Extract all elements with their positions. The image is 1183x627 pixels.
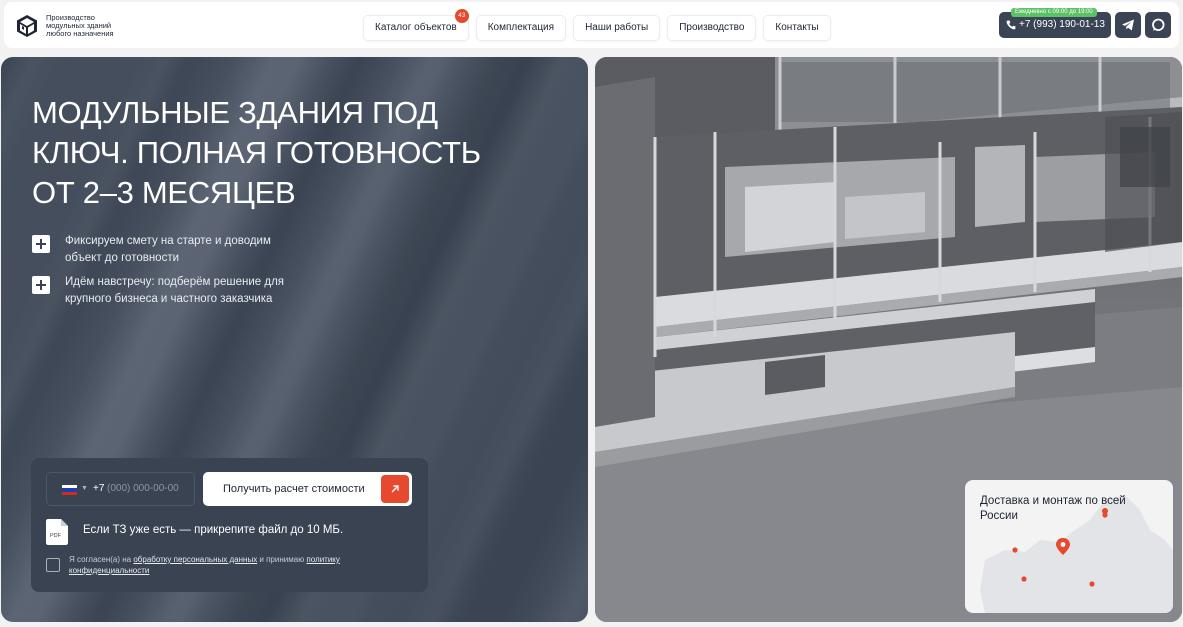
hero-title: МОДУЛЬНЫЕ ЗДАНИЯ ПОД КЛЮЧ. ПОЛНАЯ ГОТОВН…: [32, 95, 481, 210]
pdf-label: PDF: [50, 533, 62, 539]
main-nav: Каталог объектов 43 Комплектация Наши ра…: [363, 9, 831, 41]
get-price-button[interactable]: Получить расчет стоимости: [203, 472, 412, 506]
delivery-map-card[interactable]: Доставка и монтаж по всей России: [965, 480, 1173, 613]
phone-button[interactable]: Ежедневно с 09:00 до 19:00 +7 (993) 190-…: [999, 8, 1111, 38]
pdf-file-icon[interactable]: PDF: [46, 519, 68, 545]
chevron-down-icon[interactable]: ▼: [81, 485, 88, 492]
map-pin-icon: [1012, 547, 1018, 553]
logo-cube-icon[interactable]: [16, 14, 38, 38]
nav-item-production[interactable]: Производство: [667, 15, 757, 41]
nav-item-contacts[interactable]: Контакты: [763, 15, 831, 41]
telegram-button[interactable]: [1115, 12, 1141, 38]
plus-icon: [32, 235, 50, 253]
plus-icon: [32, 276, 50, 294]
site-header: Производство модульных зданий любого наз…: [0, 0, 1183, 52]
map-pin-icon: [1102, 512, 1108, 518]
nav-item-our-works[interactable]: Наши работы: [573, 15, 661, 41]
telegram-icon: [1122, 19, 1134, 31]
chat-button[interactable]: [1145, 12, 1171, 38]
phone-input[interactable]: ▼ +7 (000) 000-00-00: [46, 472, 195, 506]
nav-item-label: Комплектация: [487, 22, 555, 33]
attach-file-note[interactable]: Если ТЗ уже есть — прикрепите файл до 10…: [83, 524, 343, 536]
personal-data-link[interactable]: обработку персональных данных: [133, 555, 257, 564]
map-pin-icon: [1089, 581, 1095, 587]
consent-checkbox[interactable]: [46, 558, 60, 572]
chat-bubble-icon: [1152, 18, 1165, 32]
phone-number: +7 (993) 190-01-13: [1019, 19, 1105, 30]
working-hours-badge: Ежедневно с 09:00 до 19:00: [1011, 8, 1097, 17]
arrow-up-right-icon: [381, 475, 409, 503]
phone-prefix: +7: [93, 483, 105, 494]
phone-icon: [1006, 20, 1016, 30]
russia-flag-icon[interactable]: [62, 485, 77, 495]
map-pins: [1012, 508, 1109, 587]
brand-tagline[interactable]: Производство модульных зданий любого наз…: [46, 14, 136, 38]
catalog-count-badge: 43: [454, 9, 469, 23]
map-pin-icon: [1021, 576, 1027, 582]
nav-item-label: Наши работы: [585, 22, 649, 33]
feature-text: Фиксируем смету на старте и доводим объе…: [65, 235, 271, 264]
consent-text: Я согласен(а) на обработку персональных …: [69, 554, 359, 576]
get-price-label: Получить расчет стоимости: [223, 483, 365, 495]
feature-text: Идём навстречу: подберём решение для кру…: [65, 276, 285, 305]
nav-item-label: Каталог объектов: [375, 22, 457, 33]
nav-item-equipment[interactable]: Комплектация: [475, 15, 567, 41]
consent-middle: и принимаю: [257, 555, 307, 564]
nav-item-label: Производство: [679, 22, 745, 33]
consent-prefix: Я согласен(а) на: [69, 555, 134, 564]
nav-item-label: Контакты: [775, 22, 819, 33]
hero-panel: МОДУЛЬНЫЕ ЗДАНИЯ ПОД КЛЮЧ. ПОЛНАЯ ГОТОВН…: [1, 57, 588, 622]
phone-placeholder: (000) 000-00-00: [107, 483, 179, 494]
brand-tagline-line: любого назначения: [46, 29, 114, 38]
lead-form: ▼ +7 (000) 000-00-00 Получить расчет сто…: [31, 458, 428, 592]
nav-item-catalog[interactable]: Каталог объектов 43: [363, 9, 469, 41]
